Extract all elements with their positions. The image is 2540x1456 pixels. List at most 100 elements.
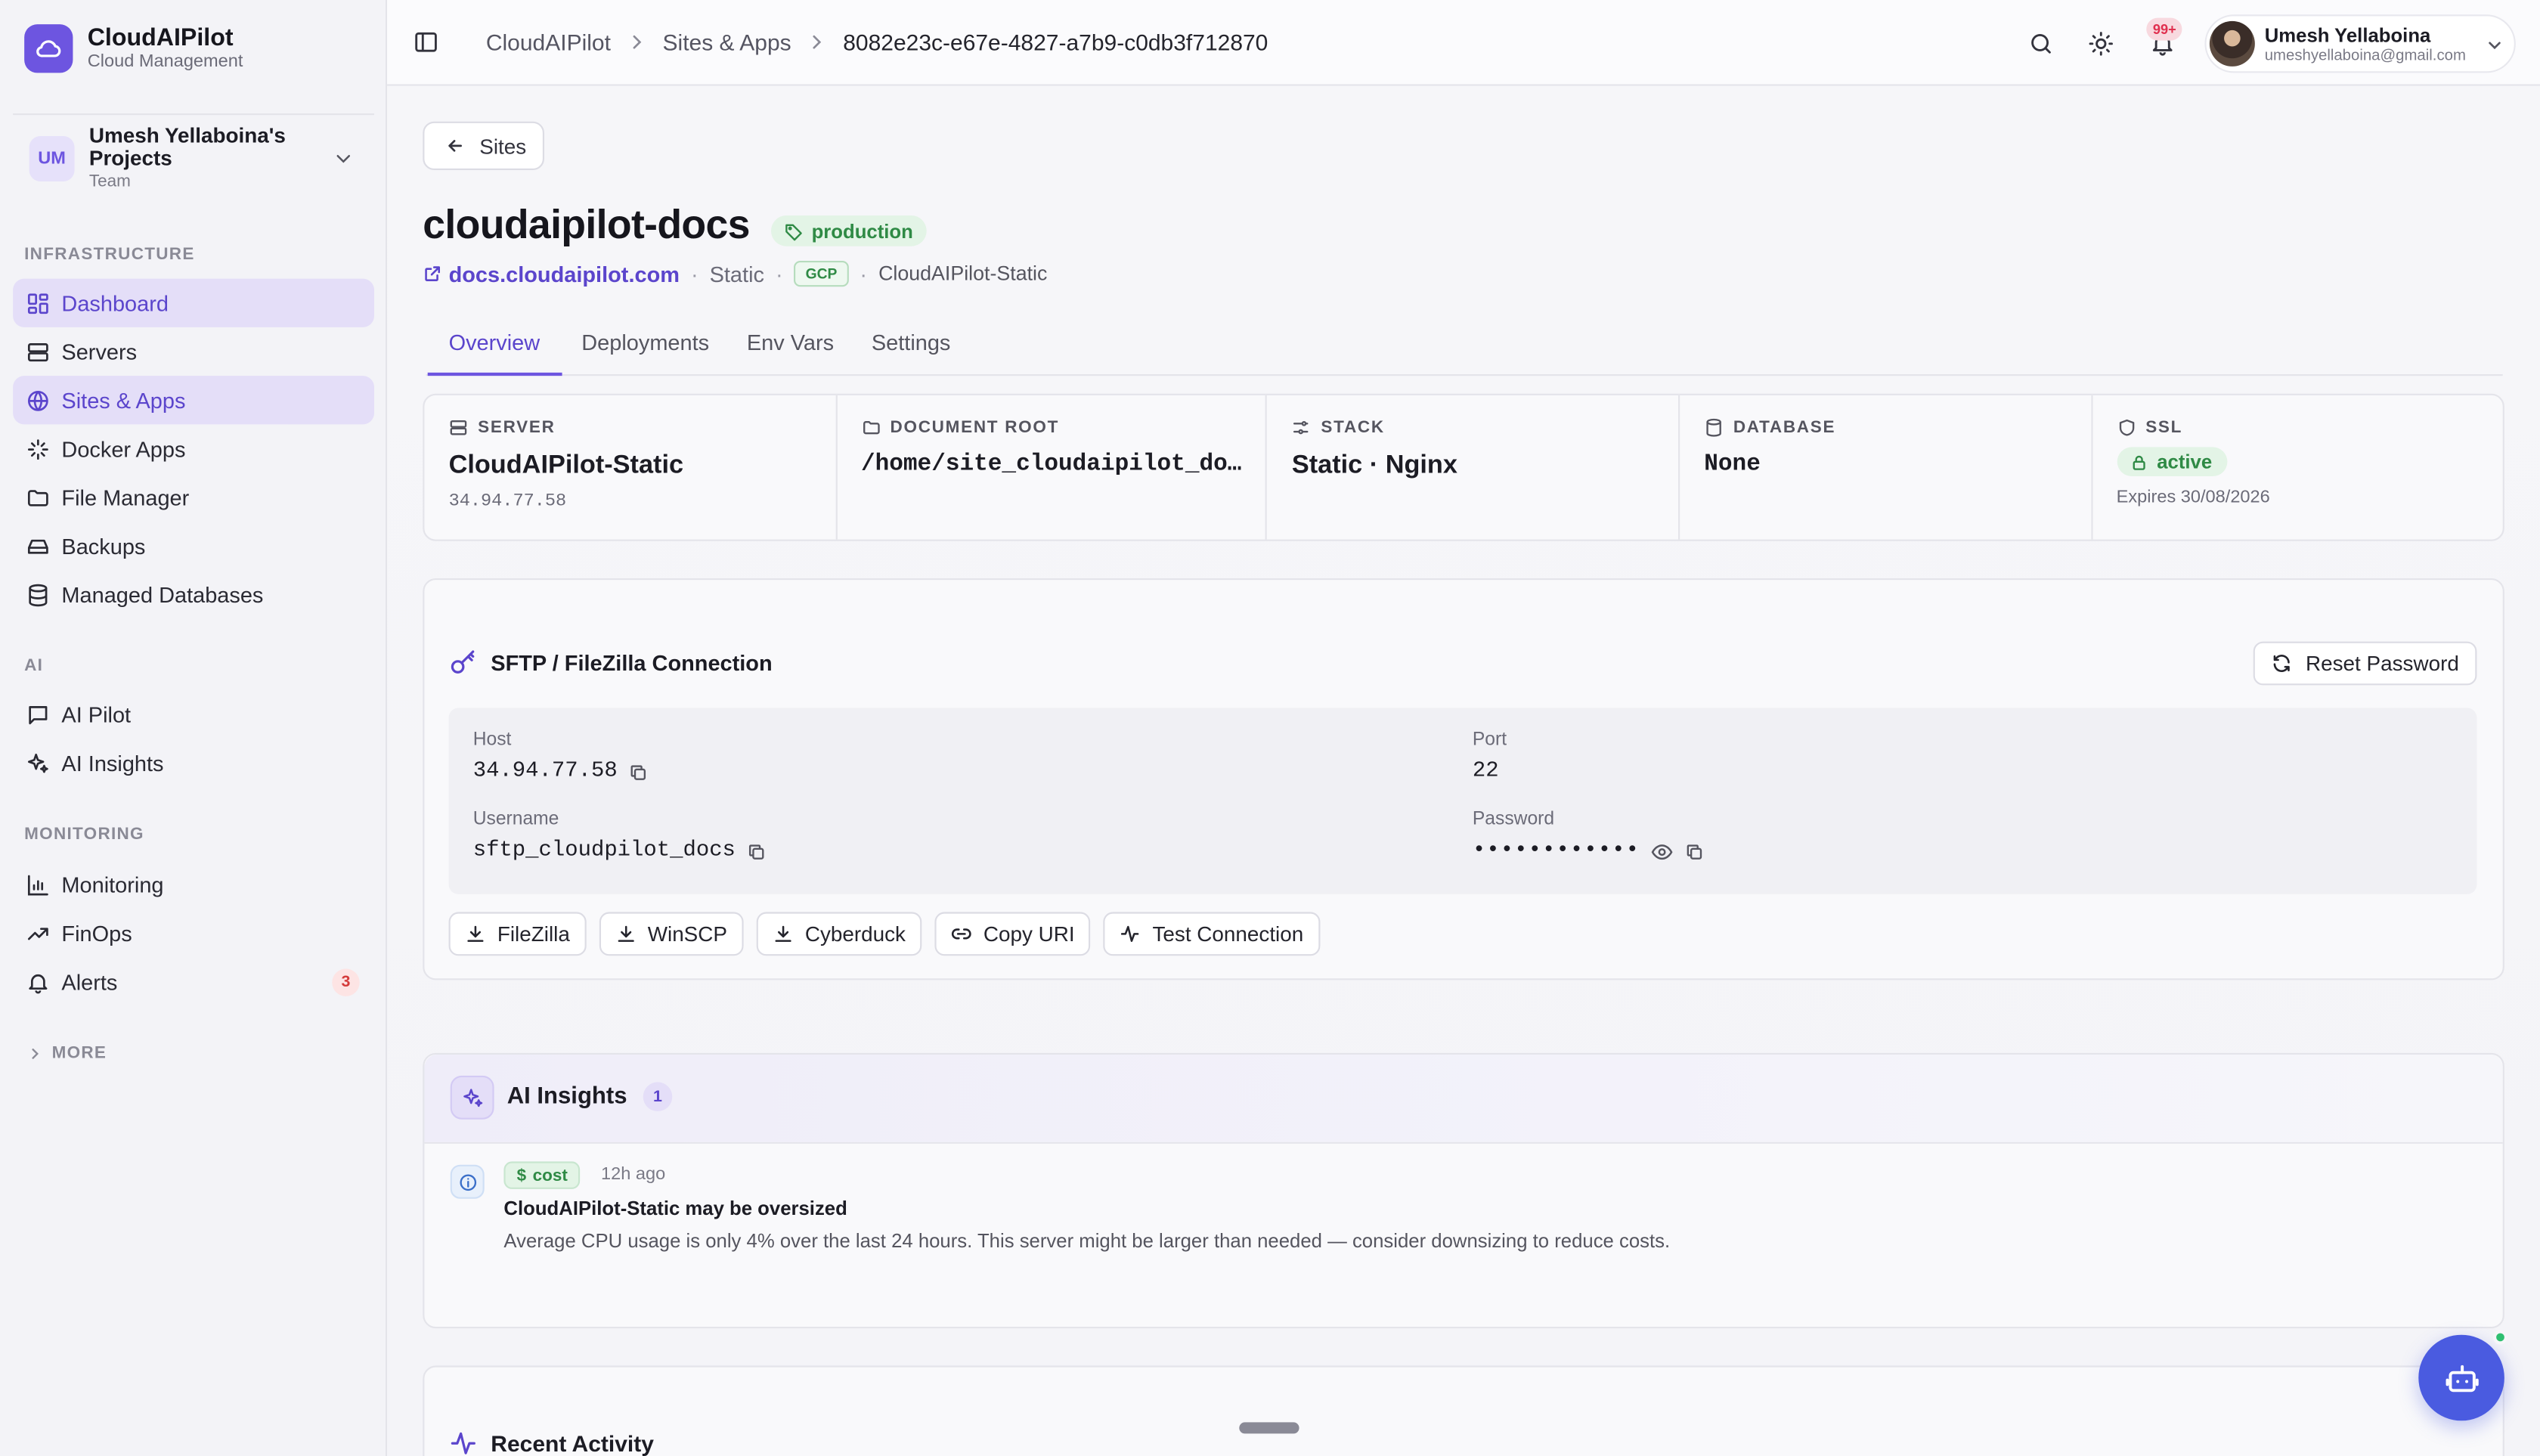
chevron-right-icon (27, 1046, 42, 1060)
tab-deployments[interactable]: Deployments (581, 330, 709, 355)
bar-chart-icon (24, 872, 50, 897)
action-label: WinSCP (647, 922, 727, 946)
action-label: Test Connection (1152, 922, 1304, 946)
sparkles-icon (24, 750, 50, 776)
credentials-panel: Host 34.94.77.58 Port 22 Username sftp_c… (448, 708, 2477, 894)
sidebar-item-label: AI Pilot (61, 702, 132, 727)
server-ip: 34.94.77.58 (448, 492, 567, 513)
stat-label: SSL (2145, 417, 2183, 438)
scroll-handle[interactable] (1239, 1422, 1299, 1434)
download-cyberduck-button[interactable]: Cyberduck (756, 912, 922, 956)
theme-sun-icon[interactable] (2085, 27, 2117, 60)
sidebar-item-label: Alerts (61, 969, 118, 994)
action-label: FileZilla (497, 922, 570, 946)
stat-server: SERVER CloudAIPilot-Static 34.94.77.58 (424, 395, 837, 540)
sftp-card-title: SFTP / FileZilla Connection (449, 648, 773, 677)
separator-dot: · (775, 262, 783, 287)
sidebar-item-managed-databases[interactable]: Managed Databases (13, 570, 374, 618)
tab-settings[interactable]: Settings (872, 330, 951, 355)
sidebar-item-finops[interactable]: FinOps (13, 909, 374, 957)
stat-value: /home/site_cloudaipilot_do… (860, 451, 1242, 479)
copy-host-icon[interactable] (629, 762, 649, 782)
reset-password-button[interactable]: Reset Password (2253, 641, 2477, 686)
eye-icon[interactable] (1651, 840, 1674, 863)
test-connection-button[interactable]: Test Connection (1104, 912, 1320, 956)
brand[interactable]: CloudAIPilot Cloud Management (24, 24, 243, 73)
stat-document-root: DOCUMENT ROOT /home/site_cloudaipilot_do… (837, 395, 1268, 540)
server-icon (449, 418, 469, 438)
download-icon (773, 923, 794, 944)
ai-insights-title: AI Insights (506, 1083, 627, 1110)
cred-label: Port (1472, 730, 1507, 751)
back-button-label: Sites (479, 133, 527, 158)
sidebar-item-file-manager[interactable]: File Manager (13, 473, 374, 522)
cred-host: Host 34.94.77.58 (473, 730, 649, 784)
sparkles-icon (450, 1075, 494, 1120)
site-domain-link[interactable]: docs.cloudaipilot.com (423, 262, 680, 286)
top-bar: CloudAIPilot Sites & Apps 8082e23c-e67e-… (387, 0, 2540, 86)
recent-activity-heading: Recent Activity (449, 1429, 654, 1456)
more-label: MORE (51, 1043, 107, 1063)
user-email: umeshyellaboina@gmail.com (2264, 46, 2466, 64)
sidebar-item-backups[interactable]: Backups (13, 522, 374, 570)
sidebar-item-docker-apps[interactable]: Docker Apps (13, 424, 374, 472)
cred-label: Password (1472, 810, 1555, 830)
tab-env-vars[interactable]: Env Vars (747, 330, 834, 355)
stat-value: CloudAIPilot-Static (448, 451, 684, 480)
sidebar-item-monitoring[interactable]: Monitoring (13, 860, 374, 909)
sidebar-item-label: Sites & Apps (61, 388, 186, 413)
ai-insights-card: AI Insights 1 $ cost 12h ago CloudAIPilo… (423, 1052, 2504, 1329)
sidebar-item-label: Dashboard (61, 290, 169, 315)
insight-category: cost (532, 1165, 568, 1185)
ai-insights-header[interactable]: AI Insights 1 (424, 1055, 2503, 1144)
cred-label: Username (472, 810, 559, 830)
notifications-badge: 99+ (2146, 17, 2183, 41)
sidebar-item-sites-apps[interactable]: Sites & Apps (13, 376, 374, 425)
sidebar-item-label: Backups (61, 534, 146, 559)
dollar-icon: $ (516, 1165, 527, 1185)
copy-password-icon[interactable] (1685, 841, 1705, 861)
back-to-sites-button[interactable]: Sites (423, 121, 544, 170)
copy-uri-button[interactable]: Copy URI (934, 912, 1092, 956)
stat-label: STACK (1321, 417, 1385, 438)
avatar (2209, 20, 2255, 67)
lock-icon (2130, 453, 2148, 471)
sidebar-item-ai-pilot[interactable]: AI Pilot (13, 690, 374, 739)
team-switcher[interactable]: UM Umesh Yellaboina's Projects Team (13, 113, 374, 201)
search-icon[interactable] (2025, 27, 2058, 60)
breadcrumb-section[interactable]: Sites & Apps (663, 29, 791, 55)
sidebar-item-label: Docker Apps (61, 436, 186, 461)
sidebar-item-alerts[interactable]: Alerts 3 (13, 957, 374, 1005)
team-role: Team (88, 172, 131, 191)
recent-activity-title: Recent Activity (491, 1430, 654, 1456)
sidebar: CloudAIPilot Cloud Management UM Umesh Y… (0, 0, 388, 1456)
copy-username-icon[interactable] (747, 841, 767, 861)
user-menu[interactable]: Umesh Yellaboina umeshyellaboina@gmail.c… (2204, 14, 2516, 73)
sidebar-item-label: Managed Databases (61, 582, 264, 607)
insight-headline: CloudAIPilot-Static may be oversized (503, 1197, 847, 1220)
breadcrumb-current: 8082e23c-e67e-4827-a7b9-c0db3f712870 (843, 29, 1268, 55)
sidebar-item-label: FinOps (61, 921, 132, 946)
sftp-connection-card: SFTP / FileZilla Connection Reset Passwo… (423, 578, 2504, 980)
site-meta: docs.cloudaipilot.com · Static · GCP · C… (423, 261, 1047, 287)
insight-category-badge: $ cost (503, 1161, 581, 1189)
breadcrumb-root[interactable]: CloudAIPilot (486, 29, 611, 55)
link-icon (951, 923, 972, 944)
sidebar-toggle-icon[interactable] (413, 29, 438, 64)
download-winscp-button[interactable]: WinSCP (599, 912, 744, 956)
breadcrumb: CloudAIPilot Sites & Apps 8082e23c-e67e-… (486, 29, 1268, 55)
shield-icon (2117, 418, 2136, 438)
sidebar-item-dashboard[interactable]: Dashboard (13, 278, 374, 327)
more-toggle[interactable]: MORE (27, 1043, 107, 1063)
separator-dot: · (690, 262, 698, 287)
sidebar-item-ai-insights[interactable]: AI Insights (13, 739, 374, 787)
site-domain: docs.cloudaipilot.com (448, 262, 680, 287)
download-filezilla-button[interactable]: FileZilla (448, 912, 587, 956)
tab-overview[interactable]: Overview (449, 330, 541, 355)
cred-label: Host (472, 730, 512, 751)
ai-assistant-button[interactable] (2418, 1334, 2504, 1421)
brand-subtitle: Cloud Management (87, 51, 243, 72)
sidebar-item-servers[interactable]: Servers (13, 327, 374, 376)
ai-insights-count: 1 (643, 1082, 673, 1111)
sftp-actions: FileZilla WinSCP Cyberduck Copy URI Test… (448, 912, 1333, 956)
